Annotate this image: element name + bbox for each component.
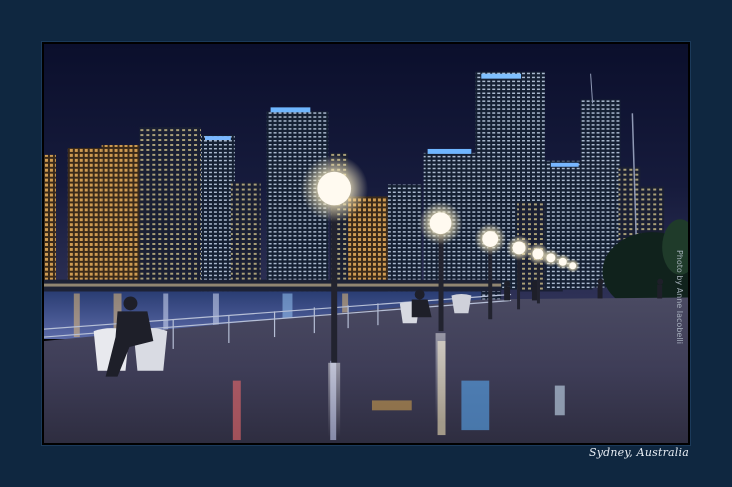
- photo-scene: [44, 44, 688, 443]
- location-caption: Sydney, Australia: [588, 446, 689, 459]
- skyline-photo: [44, 44, 688, 443]
- photo-credit: Photo by Anne Iacobelli: [675, 249, 684, 344]
- photo-frame: Photo by Anne Iacobelli: [42, 42, 690, 445]
